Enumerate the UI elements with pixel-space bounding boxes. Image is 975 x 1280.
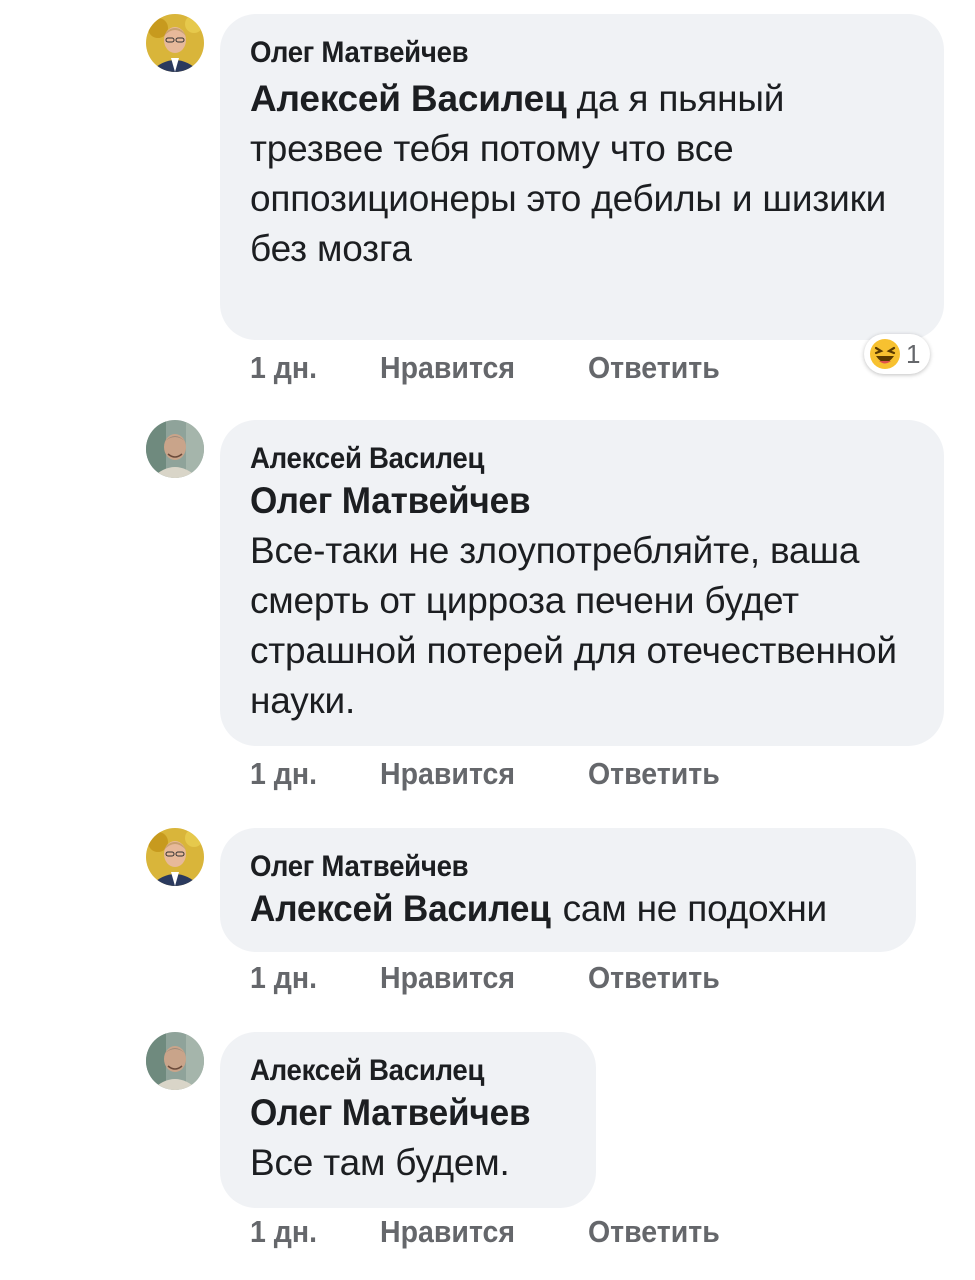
- comment-bubble: Олег Матвейчев Алексей Василец сам не по…: [220, 828, 916, 952]
- comment-body: Все там будем.: [250, 1142, 510, 1183]
- reply-button[interactable]: Ответить: [588, 756, 720, 792]
- like-button[interactable]: Нравится: [380, 1214, 571, 1250]
- avatar[interactable]: [146, 14, 204, 72]
- comment-author[interactable]: Алексей Василец: [250, 1054, 541, 1088]
- avatar[interactable]: [146, 828, 204, 886]
- avatar-aleksey-icon: [146, 420, 204, 478]
- mention-link[interactable]: Олег Матвейчев: [250, 1088, 550, 1138]
- comment-bubble: Олег Матвейчев Алексей Василец да я пьян…: [220, 14, 944, 340]
- like-button[interactable]: Нравится: [380, 756, 571, 792]
- laughing-emoji-icon: [870, 339, 900, 369]
- avatar-oleg-icon: [146, 828, 204, 886]
- comment-time[interactable]: 1 дн.: [250, 350, 370, 386]
- reply-button[interactable]: Ответить: [588, 1214, 720, 1250]
- comment-bubble: Алексей Василец Олег Матвейчев Все-таки …: [220, 420, 944, 746]
- comment-time[interactable]: 1 дн.: [250, 960, 370, 996]
- comment-body: Все-таки не злоупотребляйте, ваша смерть…: [250, 530, 897, 721]
- comment-author[interactable]: Алексей Василец: [250, 442, 861, 476]
- reaction-count: 1: [906, 338, 921, 369]
- comment-text: Алексей Василец сам не подохни: [250, 884, 886, 934]
- comment-author[interactable]: Олег Матвейчев: [250, 850, 835, 884]
- avatar[interactable]: [146, 1032, 204, 1090]
- comment-text: Олег Матвейчев Все-таки не злоупотребляй…: [250, 476, 914, 726]
- reaction-badge[interactable]: 1: [864, 334, 931, 374]
- like-button[interactable]: Нравится: [380, 960, 571, 996]
- comment-bubble: Алексей Василец Олег Матвейчев Все там б…: [220, 1032, 596, 1208]
- avatar[interactable]: [146, 420, 204, 478]
- like-button[interactable]: Нравится: [380, 350, 571, 386]
- comment-time[interactable]: 1 дн.: [250, 1214, 370, 1250]
- reply-button[interactable]: Ответить: [588, 960, 720, 996]
- comment-actions: 1 дн. Нравится Ответить: [250, 756, 731, 792]
- comment-actions: 1 дн. Нравится Ответить: [250, 1214, 731, 1250]
- reply-button[interactable]: Ответить: [588, 350, 720, 386]
- comment-text: Олег Матвейчев Все там будем.: [250, 1088, 566, 1188]
- comment-actions: 1 дн. Нравится Ответить: [250, 350, 731, 386]
- comment-text: Алексей Василец да я пьяный трезвее тебя…: [250, 74, 914, 274]
- comment-body: сам не подохни: [552, 888, 828, 929]
- comment-author[interactable]: Олег Матвейчев: [250, 36, 861, 70]
- avatar-aleksey-icon: [146, 1032, 204, 1090]
- mention-link[interactable]: Олег Матвейчев: [250, 476, 881, 526]
- comment-actions: 1 дн. Нравится Ответить: [250, 960, 731, 996]
- avatar-oleg-icon: [146, 14, 204, 72]
- mention-link[interactable]: Алексей Василец: [250, 78, 567, 119]
- comment-time[interactable]: 1 дн.: [250, 756, 370, 792]
- mention-link[interactable]: Алексей Василец: [250, 884, 551, 934]
